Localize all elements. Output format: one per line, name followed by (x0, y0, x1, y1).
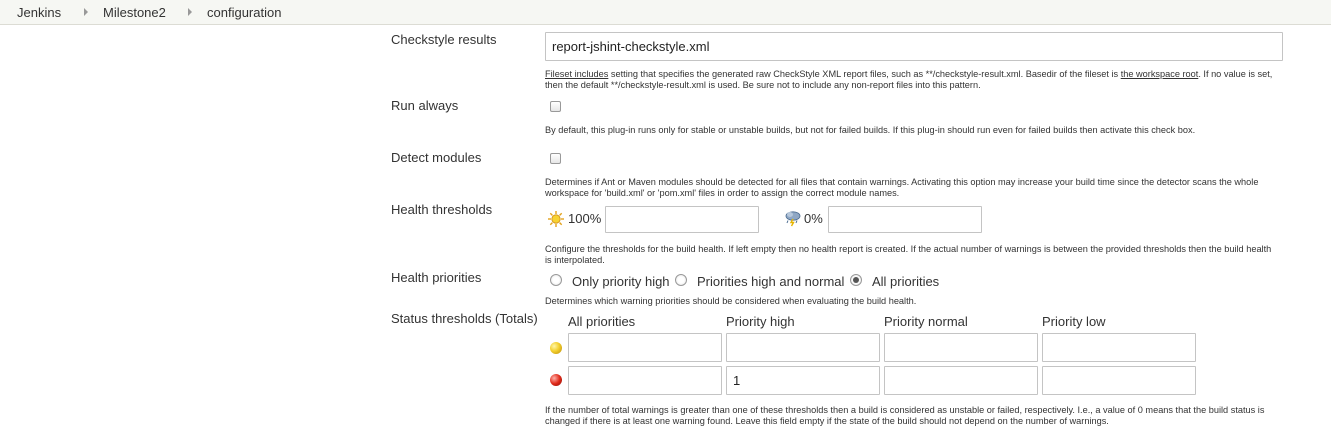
breadcrumb-separator-icon[interactable] (188, 8, 192, 16)
column-all-priorities: All priorities (568, 314, 636, 329)
checkstyle-results-label: Checkstyle results (391, 32, 497, 47)
fileset-includes-link[interactable]: Fileset includes (545, 69, 608, 79)
breadcrumb-jenkins[interactable]: Jenkins (17, 5, 61, 20)
failed-priority-high-input[interactable] (726, 366, 880, 395)
checkstyle-help-text-1: setting that specifies the generated raw… (608, 69, 1121, 79)
priority-high-radio[interactable] (550, 274, 562, 286)
priority-high-option-label[interactable]: Only priority high (572, 274, 670, 289)
detect-modules-help: Determines if Ant or Maven modules shoul… (545, 177, 1259, 198)
run-always-checkbox[interactable] (550, 101, 561, 112)
detect-modules-checkbox[interactable] (550, 153, 561, 164)
column-priority-normal: Priority normal (884, 314, 968, 329)
priorities-high-normal-radio[interactable] (675, 274, 687, 286)
unstable-priority-low-input[interactable] (1042, 333, 1196, 362)
breadcrumb: Jenkins Milestone2 configuration (0, 0, 1331, 25)
unstable-priority-normal-input[interactable] (884, 333, 1038, 362)
run-always-label: Run always (391, 98, 459, 113)
health-0-label: 0% (804, 211, 823, 226)
all-priorities-radio[interactable] (850, 274, 862, 286)
config-form: Checkstyle results Fileset includes sett… (0, 25, 1331, 446)
status-thresholds-help: If the number of total warnings is great… (545, 405, 1265, 426)
health-thresholds-help: Configure the thresholds for the build h… (545, 244, 1272, 265)
breadcrumb-configuration[interactable]: configuration (207, 5, 281, 20)
sunny-weather-icon (548, 211, 564, 227)
health-thresholds-label: Health thresholds (391, 202, 493, 217)
column-priority-low: Priority low (1042, 314, 1106, 329)
status-thresholds-label: Status thresholds (Totals) (391, 311, 538, 326)
red-ball-icon (550, 374, 562, 386)
health-priorities-label: Health priorities (391, 270, 482, 285)
breadcrumb-separator-icon[interactable] (84, 8, 88, 16)
stormy-weather-icon (785, 211, 801, 227)
run-always-help: By default, this plug-in runs only for s… (545, 125, 1196, 135)
health-100-input[interactable] (605, 206, 759, 233)
priorities-high-normal-option-label[interactable]: Priorities high and normal (697, 274, 844, 289)
all-priorities-option-label[interactable]: All priorities (872, 274, 939, 289)
failed-priority-low-input[interactable] (1042, 366, 1196, 395)
unstable-priority-high-input[interactable] (726, 333, 880, 362)
column-priority-high: Priority high (726, 314, 795, 329)
workspace-root-link[interactable]: the workspace root (1121, 69, 1199, 79)
health-0-input[interactable] (828, 206, 982, 233)
health-priorities-help: Determines which warning priorities shou… (545, 296, 917, 306)
unstable-all-priorities-input[interactable] (568, 333, 722, 362)
checkstyle-results-help: Fileset includes setting that specifies … (545, 69, 1280, 91)
detect-modules-label: Detect modules (391, 150, 482, 165)
failed-all-priorities-input[interactable] (568, 366, 722, 395)
breadcrumb-milestone2[interactable]: Milestone2 (103, 5, 166, 20)
health-100-label: 100% (568, 211, 602, 226)
failed-priority-normal-input[interactable] (884, 366, 1038, 395)
yellow-ball-icon (550, 342, 562, 354)
checkstyle-results-input[interactable] (545, 32, 1283, 61)
